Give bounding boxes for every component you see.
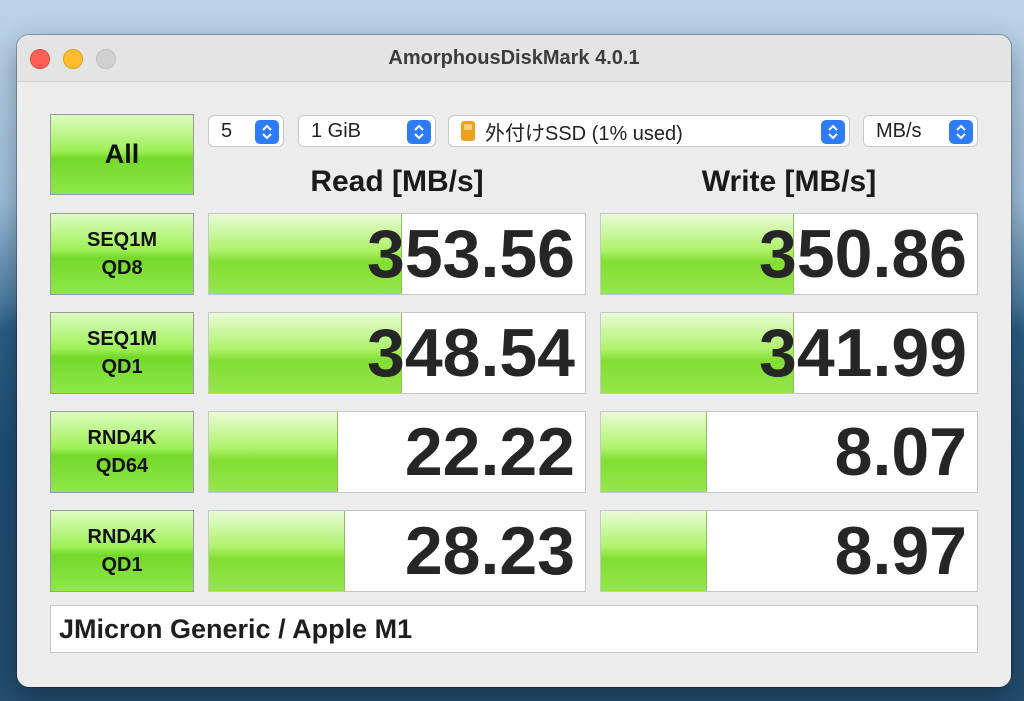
- updown-arrows-icon: [821, 120, 845, 144]
- read-header: Read [MB/s]: [310, 165, 484, 198]
- test-count-select[interactable]: 5: [208, 115, 284, 147]
- row-label-line2: QD1: [101, 554, 143, 576]
- write-progress-bar: [601, 412, 708, 492]
- write-progress-bar: [601, 511, 708, 591]
- updown-arrows-icon: [407, 120, 431, 144]
- test-count-value: 5: [221, 119, 233, 142]
- row-label-line1: RND4K: [87, 427, 157, 449]
- updown-arrows-icon: [949, 120, 973, 144]
- row-label-line1: RND4K: [87, 526, 157, 548]
- read-progress-bar: [209, 412, 338, 492]
- rnd4k-qd1-button[interactable]: RND4K QD1: [50, 510, 194, 592]
- write-header: Write [MB/s]: [701, 165, 877, 198]
- seq1m-qd1-read-cell: 348.54: [208, 312, 586, 394]
- seq1m-qd8-read-cell: 353.56: [208, 213, 586, 295]
- read-value: 353.56: [367, 216, 575, 292]
- device-info-field[interactable]: JMicron Generic / Apple M1: [50, 605, 978, 653]
- write-value: 350.86: [759, 216, 967, 292]
- write-value: 8.07: [834, 414, 967, 490]
- test-size-select[interactable]: 1 GiB: [298, 115, 436, 147]
- rnd4k-qd64-write-cell: 8.07: [600, 411, 978, 493]
- row-label-line1: SEQ1M: [86, 229, 158, 251]
- all-button[interactable]: All: [50, 114, 194, 195]
- external-drive-icon: [461, 121, 475, 141]
- unit-select[interactable]: MB/s: [863, 115, 978, 147]
- seq1m-qd8-button[interactable]: SEQ1M QD8: [50, 213, 194, 295]
- drive-value: 外付けSSD (1% used): [485, 122, 683, 145]
- title-bar: AmorphousDiskMark 4.0.1: [17, 35, 1011, 82]
- write-value: 8.97: [834, 513, 967, 589]
- seq1m-qd8-write-cell: 350.86: [600, 213, 978, 295]
- read-value: 348.54: [367, 315, 575, 391]
- read-progress-bar: [209, 511, 346, 591]
- read-value: 22.22: [404, 414, 575, 490]
- updown-arrows-icon: [255, 120, 279, 144]
- seq1m-qd1-button[interactable]: SEQ1M QD1: [50, 312, 194, 394]
- test-size-value: 1 GiB: [311, 119, 362, 142]
- window-title: AmorphousDiskMark 4.0.1: [388, 47, 640, 69]
- row-label-line1: SEQ1M: [86, 328, 158, 350]
- drive-select[interactable]: 外付けSSD (1% used): [448, 115, 850, 147]
- row-label-line2: QD8: [101, 257, 143, 279]
- row-label-line2: QD1: [101, 356, 143, 378]
- unit-value: MB/s: [876, 119, 922, 142]
- rnd4k-qd64-read-cell: 22.22: [208, 411, 586, 493]
- seq1m-qd1-write-cell: 341.99: [600, 312, 978, 394]
- read-value: 28.23: [404, 513, 575, 589]
- write-value: 341.99: [759, 315, 967, 391]
- rnd4k-qd1-write-cell: 8.97: [600, 510, 978, 592]
- row-label-line2: QD64: [95, 455, 149, 477]
- rnd4k-qd64-button[interactable]: RND4K QD64: [50, 411, 194, 493]
- rnd4k-qd1-read-cell: 28.23: [208, 510, 586, 592]
